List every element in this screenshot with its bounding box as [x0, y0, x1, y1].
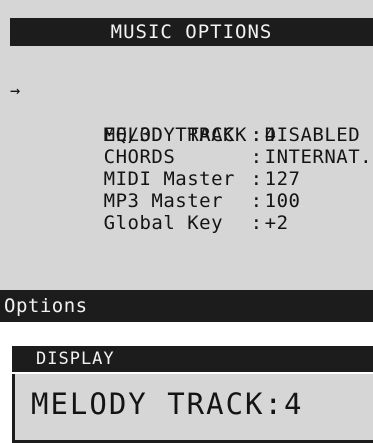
options-list: → MELODY TRACK:4 EQ/3D TRACK: DISABLED CH… [10, 80, 372, 234]
right-arrow-icon: → [10, 81, 21, 101]
option-row-melody-track[interactable]: → MELODY TRACK:4 [10, 80, 372, 146]
option-separator: : [250, 212, 263, 234]
option-row-chords[interactable]: CHORDS: INTERNAT. [32, 124, 372, 168]
option-label: Global Key [103, 212, 224, 234]
display-header: DISPLAY [12, 346, 373, 372]
display-text: MELODY TRACK:4 [31, 387, 304, 421]
option-row-global-key[interactable]: Global Key: +2 [32, 190, 372, 234]
option-row-midi-master[interactable]: MIDI Master:127 [32, 146, 372, 190]
option-row-mp3-master[interactable]: MP3 Master:100 [32, 168, 372, 212]
options-softkey[interactable]: Options [0, 290, 373, 322]
option-value: +2 [264, 212, 289, 234]
screen-title: MUSIC OPTIONS [10, 18, 373, 46]
display-panel: MELODY TRACK:4 [12, 374, 373, 443]
option-row-eq-3d-track[interactable]: EQ/3D TRACK: DISABLED [32, 102, 372, 146]
lcd-screen: MUSIC OPTIONS → MELODY TRACK:4 EQ/3D TRA… [0, 0, 373, 322]
